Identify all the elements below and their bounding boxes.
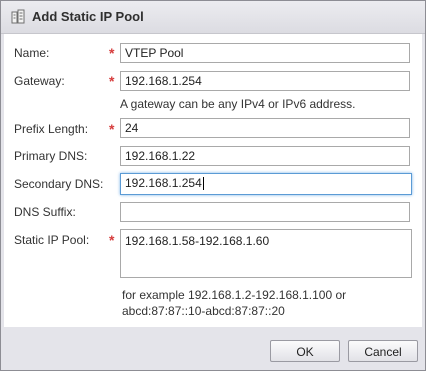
dialog-title: Add Static IP Pool	[32, 9, 144, 24]
static-ip-pool-hint-line2: abcd:87:87::10-abcd:87:87::20	[122, 304, 285, 318]
add-static-ip-pool-dialog: Add Static IP Pool Name: * VTEP Pool Gat…	[0, 0, 426, 371]
gateway-label: Gateway:	[14, 74, 65, 88]
static-ip-pool-required-marker: *	[109, 232, 115, 248]
secondary-dns-value: 192.168.1.254	[125, 176, 202, 190]
static-ip-pool-textarea[interactable]: 192.168.1.58-192.168.1.60	[120, 229, 412, 278]
dns-suffix-field[interactable]	[120, 202, 410, 222]
static-ip-pool-label: Static IP Pool:	[14, 233, 90, 247]
prefix-length-required-marker: *	[109, 121, 115, 137]
primary-dns-label: Primary DNS:	[14, 149, 88, 163]
cancel-button[interactable]: Cancel	[348, 340, 418, 362]
name-label: Name:	[14, 46, 50, 60]
static-ip-pool-hint-line1: for example 192.168.1.2-192.168.1.100 or	[122, 288, 347, 302]
gateway-field[interactable]: 192.168.1.254	[120, 71, 410, 91]
dialog-body: Name: * VTEP Pool Gateway: * 192.168.1.2…	[4, 34, 422, 327]
gateway-hint: A gateway can be any IPv4 or IPv6 addres…	[120, 97, 356, 111]
name-required-marker: *	[109, 45, 115, 61]
prefix-length-label: Prefix Length:	[14, 122, 89, 136]
secondary-dns-label: Secondary DNS:	[14, 177, 104, 191]
name-field[interactable]: VTEP Pool	[120, 43, 410, 63]
primary-dns-field[interactable]: 192.168.1.22	[120, 146, 410, 166]
ok-button[interactable]: OK	[270, 340, 340, 362]
ip-pool-icon	[10, 9, 26, 25]
dialog-titlebar: Add Static IP Pool	[1, 1, 425, 34]
dns-suffix-label: DNS Suffix:	[14, 205, 76, 219]
gateway-required-marker: *	[109, 73, 115, 89]
prefix-length-field[interactable]: 24	[120, 118, 410, 138]
text-cursor	[202, 177, 204, 191]
secondary-dns-field[interactable]: 192.168.1.254	[120, 173, 412, 195]
dialog-footer: OK Cancel	[1, 328, 425, 370]
